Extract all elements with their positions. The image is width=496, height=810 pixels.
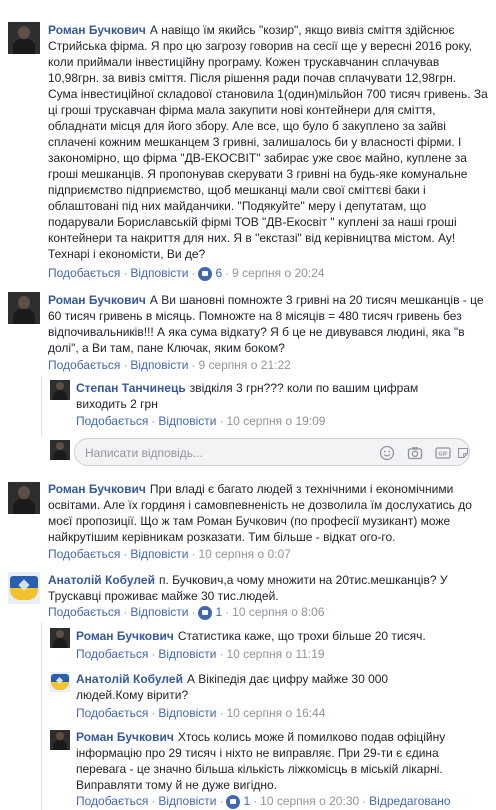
reply-button[interactable]: Відповісти	[158, 647, 216, 661]
reply-placeholder: Написати відповідь...	[85, 446, 203, 460]
like-button[interactable]: Подобається	[76, 794, 148, 808]
reaction-count[interactable]: 1	[243, 794, 250, 808]
comment-thread: Роман Бучкович А навіщо їм якийсь "козир"…	[0, 0, 496, 810]
reaction-count[interactable]: 6	[215, 266, 222, 280]
comment-author[interactable]: Анатолій Кобулей	[48, 573, 155, 587]
comment-timestamp[interactable]: 10 серпня о 0:07	[198, 547, 290, 561]
comment-timestamp[interactable]: 9 серпня о 21:22	[198, 358, 290, 372]
like-reaction-icon[interactable]	[198, 266, 213, 281]
reply-body: Анатолій Кобулей А Вікіпедія дає цифру ма…	[76, 671, 406, 703]
like-button[interactable]: Подобається	[48, 358, 120, 372]
comment-actions: Подобається · Відповісти · 1 · 10 серпня о 20:…	[76, 794, 451, 809]
comment-actions: Подобається · Відповісти · 10 серпня о 19:09	[76, 414, 326, 428]
sticker-icon[interactable]	[457, 447, 469, 463]
comment-actions: Подобається · Відповісти · 10 серпня о 11:19	[76, 647, 325, 661]
avatar[interactable]	[8, 22, 40, 54]
reply-button[interactable]: Відповісти	[130, 547, 188, 561]
reply-button[interactable]: Відповісти	[130, 605, 188, 619]
comment-author[interactable]: Роман Бучкович	[76, 730, 174, 744]
comment-timestamp[interactable]: 10 серпня о 8:06	[232, 605, 324, 619]
avatar[interactable]	[8, 292, 40, 324]
like-button[interactable]: Подобається	[76, 706, 148, 720]
reply-button[interactable]: Відповісти	[158, 706, 216, 720]
reply-button[interactable]: Відповісти	[130, 358, 188, 372]
reply-body: Степан Танчинець звідкіля 3 грн??? коли п…	[76, 380, 456, 412]
like-button[interactable]: Подобається	[76, 414, 148, 428]
comment-body: Роман Бучкович При владі є багато людей з…	[48, 481, 488, 545]
reply-thread-line	[41, 622, 42, 810]
like-button[interactable]: Подобається	[48, 547, 120, 561]
comment-author[interactable]: Роман Бучкович	[48, 482, 146, 496]
comment-author[interactable]: Роман Бучкович	[48, 293, 146, 307]
comment-actions: Подобається · Відповісти · 6 · 9 серпня о 20:2…	[48, 266, 325, 281]
avatar[interactable]	[50, 628, 70, 648]
comment-timestamp[interactable]: 9 серпня о 20:24	[232, 266, 324, 280]
comment-timestamp[interactable]: 10 серпня о 20:30	[260, 794, 359, 808]
comment-actions: Подобається · Відповісти · 10 серпня о 0:07	[48, 547, 291, 561]
reply-body: Роман Бучкович Хтось колись може й помилк…	[76, 729, 488, 793]
reply-input[interactable]: Написати відповідь... GIF	[74, 438, 470, 466]
avatar[interactable]	[8, 482, 40, 514]
reaction-count[interactable]: 1	[215, 605, 222, 619]
comment-timestamp[interactable]: 10 серпня о 16:44	[226, 706, 325, 720]
comment-timestamp[interactable]: 10 серпня о 19:09	[226, 414, 325, 428]
like-button[interactable]: Подобається	[76, 647, 148, 661]
avatar[interactable]	[50, 730, 70, 750]
comment-text: А навіщо їм якийсь "козир", якщо вивіз с…	[48, 23, 488, 261]
comment-actions: Подобається · Відповісти · 9 серпня о 21:22	[48, 358, 291, 372]
edited-link[interactable]: Відредаговано	[369, 794, 450, 808]
comment-actions: Подобається · Відповісти · 1 · 10 серпня о 8:0…	[48, 605, 325, 620]
ukraine-flag-avatar[interactable]	[50, 672, 70, 692]
current-user-avatar	[50, 440, 70, 460]
like-button[interactable]: Подобається	[48, 266, 120, 280]
ukraine-flag-avatar[interactable]	[8, 572, 40, 604]
emoji-icon[interactable]	[379, 445, 395, 461]
svg-text:GIF: GIF	[438, 452, 448, 458]
reply-button[interactable]: Відповісти	[130, 266, 188, 280]
comment-text: Статистика каже, що трохи більше 20 тися…	[177, 629, 426, 643]
comment-body: Роман Бучкович А Ви шановні помножте 3 гр…	[48, 292, 488, 356]
reply-thread-line	[41, 376, 42, 436]
reply-composer: Написати відповідь... GIF	[50, 438, 470, 466]
reply-button[interactable]: Відповісти	[158, 414, 216, 428]
gif-icon[interactable]: GIF	[435, 445, 451, 461]
like-reaction-icon[interactable]	[198, 605, 213, 620]
like-reaction-icon[interactable]	[226, 794, 241, 809]
comment-body: Роман Бучкович А навіщо їм якийсь "козир"…	[48, 22, 488, 262]
camera-icon[interactable]	[407, 445, 423, 461]
comment-author[interactable]: Анатолій Кобулей	[76, 672, 183, 686]
comment-author[interactable]: Роман Бучкович	[76, 629, 174, 643]
comment-actions: Подобається · Відповісти · 10 серпня о 16:44	[76, 706, 326, 720]
comment-author[interactable]: Роман Бучкович	[48, 23, 146, 37]
comment-timestamp[interactable]: 10 серпня о 11:19	[226, 647, 324, 661]
comment-author[interactable]: Степан Танчинець	[76, 381, 186, 395]
reply-body: Роман Бучкович Статистика каже, що трохи …	[76, 628, 476, 644]
comment-body: Анатолій Кобулей п. Бучкович,а чому множи…	[48, 572, 488, 604]
like-button[interactable]: Подобається	[48, 605, 120, 619]
reply-button[interactable]: Відповісти	[158, 794, 216, 808]
avatar[interactable]	[50, 380, 70, 400]
